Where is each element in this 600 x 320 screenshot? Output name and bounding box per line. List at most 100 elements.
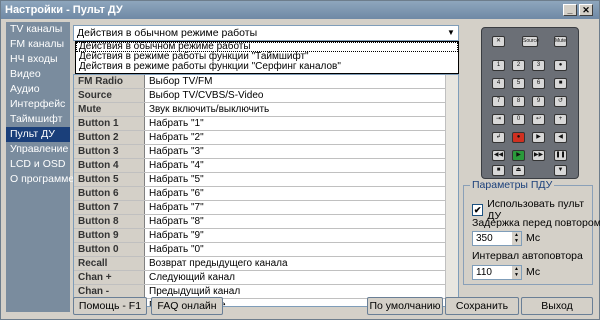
remote-key-icon: ◀◀ — [492, 150, 505, 161]
remote-key-name: FM Radio — [74, 75, 145, 88]
help-button[interactable]: Помощь - F1 — [73, 297, 147, 315]
remote-key-icon: 7 — [492, 96, 505, 107]
minimize-icon[interactable]: _ — [563, 4, 577, 16]
remote-key-icon: + — [554, 114, 567, 125]
title-bar: Настройки - Пульт ДУ _ ✕ — [1, 1, 599, 19]
key-action[interactable]: Звук включить/выключить — [145, 103, 269, 116]
key-action[interactable]: Следующий канал — [145, 271, 235, 284]
mute-key-icon: Mute — [554, 36, 567, 47]
remote-key-icon: ↺ — [554, 96, 567, 107]
sidebar-item[interactable]: НЧ входы — [6, 52, 70, 67]
remote-key-icon: 0 — [512, 114, 525, 125]
key-action[interactable]: Набрать "0" — [145, 243, 204, 256]
remote-key-name: Button 8 — [74, 215, 145, 228]
sidebar-item[interactable]: Видео — [6, 67, 70, 82]
remote-key-icon: ↲ — [492, 132, 505, 143]
save-button[interactable]: Сохранить — [445, 297, 519, 315]
binding-row[interactable]: FM Radio Выбор TV/FM — [74, 75, 458, 89]
remote-key-name: Mute — [74, 103, 145, 116]
remote-key-icon: ▶ — [532, 132, 545, 143]
binding-row[interactable]: Mute Звук включить/выключить — [74, 103, 458, 117]
sidebar-item[interactable]: TV каналы — [6, 22, 70, 37]
remote-key-name: Button 4 — [74, 159, 145, 172]
remote-bindings-panel: Действия в обычном режиме работы ▼ Дейст… — [73, 22, 461, 314]
mode-option[interactable]: Действия в режиме работы функции "Серфин… — [76, 62, 458, 72]
remote-key-icon: ▼ — [554, 165, 567, 176]
remote-key-icon: ■ — [554, 78, 567, 89]
sidebar-item[interactable]: О программе — [6, 172, 74, 187]
remote-key-icon: 8 — [512, 96, 525, 107]
remote-key-name: Button 3 — [74, 145, 145, 158]
repeat-delay-unit: Мс — [526, 232, 541, 244]
sidebar-item[interactable]: Пульт ДУ — [6, 127, 70, 142]
chevron-down-icon[interactable]: ▼ — [444, 26, 458, 40]
remote-key-name: Button 7 — [74, 201, 145, 214]
exit-button[interactable]: Выход — [521, 297, 593, 315]
remote-key-icon: ⏏ — [512, 165, 525, 176]
binding-row[interactable]: Recall Возврат предыдущего канала — [74, 257, 458, 271]
binding-row[interactable]: Button 9 Набрать "9" — [74, 229, 458, 243]
params-title: Параметры ПДУ — [470, 179, 555, 191]
sidebar-item[interactable]: FM каналы — [6, 37, 70, 52]
autorepeat-label: Интервал автоповтора — [472, 250, 583, 262]
repeat-delay-input[interactable]: 350 ▲ ▼ — [472, 231, 522, 246]
remote-key-icon: 9 — [532, 96, 545, 107]
remote-key-name: Source — [74, 89, 145, 102]
faq-button[interactable]: FAQ онлайн — [151, 297, 223, 315]
autorepeat-value: 110 — [476, 267, 492, 278]
binding-row[interactable]: Chan + Следующий канал — [74, 271, 458, 285]
remote-key-name: Button 2 — [74, 131, 145, 144]
key-action[interactable]: Возврат предыдущего канала — [145, 257, 288, 270]
remote-key-icon: ▶ — [512, 150, 525, 161]
remote-key-name: Recall — [74, 257, 145, 270]
repeat-delay-label: Задержка перед повтором — [472, 217, 600, 229]
remote-key-icon: 5 — [512, 78, 525, 89]
key-action[interactable]: Набрать "1" — [145, 117, 204, 130]
remote-key-icon: ❚❚ — [554, 150, 567, 161]
remote-key-name: Button 5 — [74, 173, 145, 186]
remote-key-name: Chan + — [74, 271, 145, 284]
mode-select[interactable]: Действия в обычном режиме работы ▼ — [73, 25, 459, 41]
binding-row[interactable]: Button 4 Набрать "4" — [74, 159, 458, 173]
key-action[interactable]: Выбор TV/CVBS/S-Video — [145, 89, 263, 102]
sidebar-item[interactable]: Интерфейс — [6, 97, 70, 112]
key-action[interactable]: Набрать "4" — [145, 159, 204, 172]
key-action[interactable]: Набрать "8" — [145, 215, 204, 228]
autorepeat-input[interactable]: 110 ▲ ▼ — [472, 265, 522, 280]
sidebar-item[interactable]: Аудио — [6, 82, 70, 97]
remote-key-name: Button 0 — [74, 243, 145, 256]
binding-row[interactable]: Button 5 Набрать "5" — [74, 173, 458, 187]
key-action[interactable]: Набрать "7" — [145, 201, 204, 214]
mode-dropdown-list: Действия в обычном режиме работы Действи… — [75, 41, 459, 74]
remote-key-icon: ⇥ — [492, 114, 505, 125]
binding-row[interactable]: Button 8 Набрать "8" — [74, 215, 458, 229]
binding-row[interactable]: Button 0 Набрать "0" — [74, 243, 458, 257]
sidebar-item[interactable]: Управление — [6, 142, 70, 157]
key-action[interactable]: Набрать "2" — [145, 131, 204, 144]
key-action[interactable]: Набрать "3" — [145, 145, 204, 158]
sidebar-item[interactable]: LCD и OSD — [6, 157, 70, 172]
key-action[interactable]: Набрать "5" — [145, 173, 204, 186]
remote-key-icon: 2 — [512, 60, 525, 71]
binding-row[interactable]: Source Выбор TV/CVBS/S-Video — [74, 89, 458, 103]
remote-key-icon: ▶▶ — [532, 150, 545, 161]
remote-key-name: Button 1 — [74, 117, 145, 130]
spinner-arrows-icon[interactable]: ▲ ▼ — [512, 232, 521, 245]
table-scrollbar[interactable] — [445, 75, 458, 306]
remote-key-icon: ✕ — [492, 36, 505, 47]
remote-key-name: Button 9 — [74, 229, 145, 242]
checkmark-icon[interactable]: ✔ — [472, 204, 484, 216]
binding-row[interactable]: Button 3 Набрать "3" — [74, 145, 458, 159]
binding-row[interactable]: Button 1 Набрать "1" — [74, 117, 458, 131]
close-icon[interactable]: ✕ — [579, 4, 593, 16]
binding-row[interactable]: Button 7 Набрать "7" — [74, 201, 458, 215]
binding-row[interactable]: Button 2 Набрать "2" — [74, 131, 458, 145]
sidebar-item[interactable]: Таймшифт — [6, 112, 70, 127]
spinner-arrows-icon[interactable]: ▲ ▼ — [512, 266, 521, 279]
key-action[interactable]: Выбор TV/FM — [145, 75, 212, 88]
remote-key-icon: 3 — [532, 60, 545, 71]
binding-row[interactable]: Button 6 Набрать "6" — [74, 187, 458, 201]
key-action[interactable]: Набрать "6" — [145, 187, 204, 200]
key-action[interactable]: Набрать "9" — [145, 229, 204, 242]
defaults-button[interactable]: По умолчанию — [367, 297, 443, 315]
